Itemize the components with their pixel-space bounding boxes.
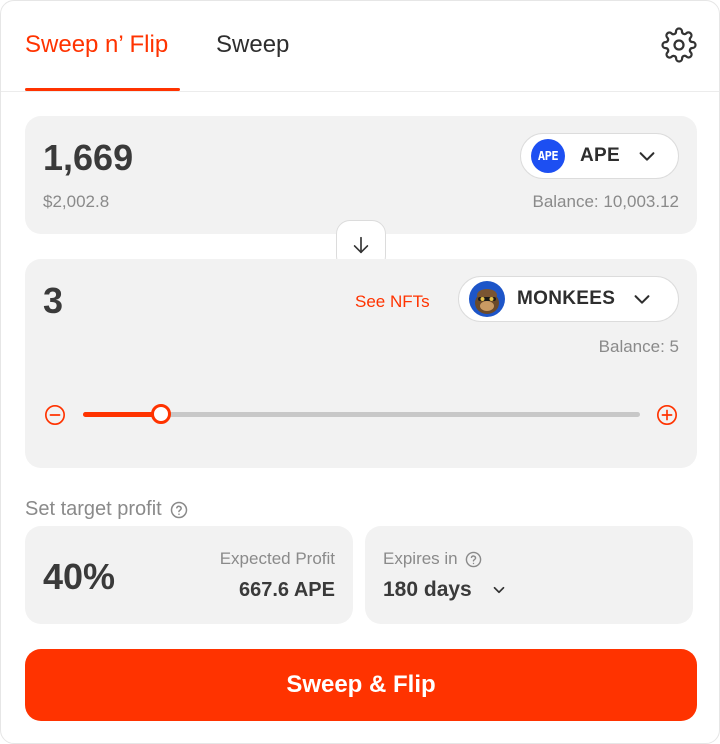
chevron-down-icon: [493, 586, 505, 594]
arrow-down-icon: [353, 236, 369, 254]
expiry-select[interactable]: Expires in 180 days: [365, 526, 693, 624]
chevron-down-icon: [639, 152, 655, 161]
expires-value: 180 days: [383, 578, 508, 602]
sweep-flip-widget: Sweep n’ Flip Sweep 1,669 $2,002.8 APE A…: [0, 0, 720, 744]
ape-logo-text: APE: [537, 149, 559, 163]
gear-icon[interactable]: [661, 27, 697, 63]
target-profit-label: Set target profit: [25, 498, 188, 521]
quantity-slider[interactable]: [83, 404, 640, 424]
receive-collection-name: MONKEES: [517, 288, 616, 309]
slider-thumb[interactable]: [150, 404, 171, 424]
see-nfts-link[interactable]: See NFTs: [355, 292, 430, 312]
pay-token-symbol: APE: [580, 145, 620, 166]
help-circle-icon[interactable]: [170, 501, 188, 519]
active-tab-indicator: [25, 88, 180, 91]
expires-value-text: 180 days: [383, 578, 472, 601]
tab-bar: Sweep n’ Flip Sweep: [1, 1, 719, 92]
sweep-and-flip-button[interactable]: Sweep & Flip: [25, 649, 697, 721]
pay-panel: 1,669 $2,002.8 APE APE Balance: 10,003.1…: [25, 116, 697, 234]
pay-fiat-value: $2,002.8: [43, 192, 110, 211]
pay-amount-input[interactable]: 1,669: [43, 137, 133, 179]
receive-collection-select[interactable]: MONKEES: [458, 276, 679, 322]
chevron-down-icon: [634, 295, 650, 304]
target-profit-text: Set target profit: [25, 498, 162, 520]
pay-balance: Balance: 10,003.12: [532, 192, 679, 211]
profit-panel[interactable]: 40% Expected Profit 667.6 APE: [25, 526, 353, 624]
receive-amount-input[interactable]: 3: [43, 280, 63, 322]
receive-balance: Balance: 5: [598, 337, 679, 356]
plus-circle-icon[interactable]: [656, 404, 678, 426]
receive-panel: 3 MONKEES Balance: 5: [25, 259, 697, 468]
tab-sweep-n-flip[interactable]: Sweep n’ Flip: [25, 31, 168, 59]
profit-percent-input[interactable]: 40%: [43, 556, 115, 598]
expires-label-text: Expires in: [383, 549, 458, 568]
pay-token-select[interactable]: APE APE: [520, 133, 679, 179]
ape-token-logo: APE: [531, 139, 565, 173]
help-circle-icon[interactable]: [465, 551, 482, 568]
minus-circle-icon[interactable]: [44, 404, 66, 426]
expected-profit-label: Expected Profit: [219, 549, 335, 568]
slider-fill: [83, 412, 161, 417]
monkees-collection-avatar: [469, 281, 505, 317]
expected-profit-value: 667.6 APE: [239, 579, 335, 601]
expires-label: Expires in: [383, 549, 482, 569]
tab-sweep[interactable]: Sweep: [216, 31, 289, 59]
